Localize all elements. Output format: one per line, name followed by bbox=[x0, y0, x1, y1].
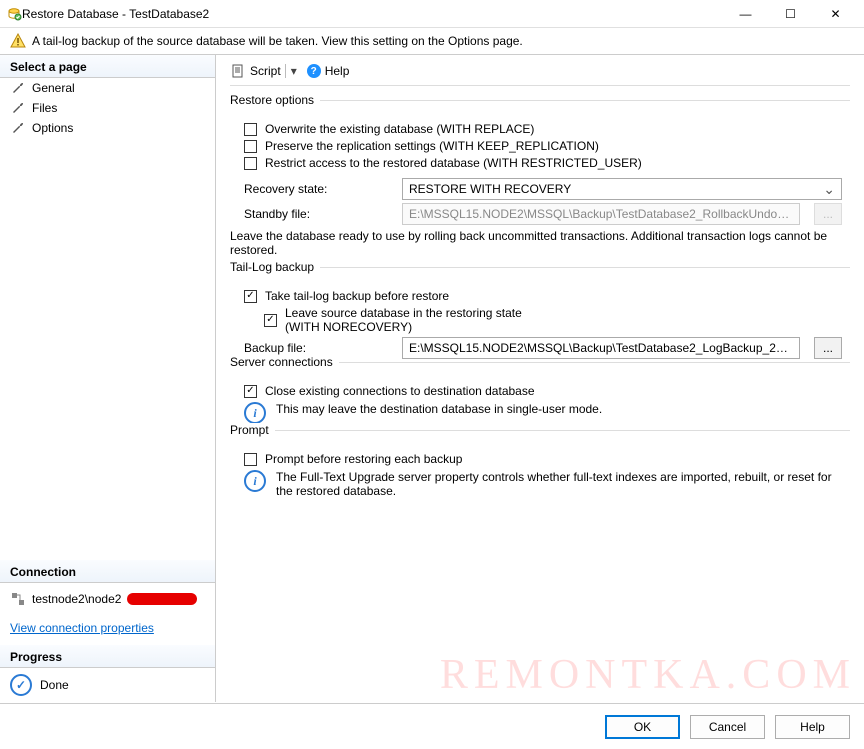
restore-options-group: Restore options Overwrite the existing d… bbox=[230, 100, 850, 257]
leave-restoring-label: Leave source database in the restoring s… bbox=[285, 306, 522, 334]
info-icon: i bbox=[244, 402, 266, 424]
take-taillog-checkbox[interactable] bbox=[244, 290, 257, 303]
preserve-checkbox[interactable] bbox=[244, 140, 257, 153]
sidebar: Select a page General Files Options Conn… bbox=[0, 55, 216, 702]
recovery-state-select[interactable]: RESTORE WITH RECOVERY bbox=[402, 178, 842, 200]
close-connections-checkbox[interactable] bbox=[244, 385, 257, 398]
sidebar-item-general[interactable]: General bbox=[0, 78, 215, 98]
server-icon bbox=[10, 591, 26, 607]
backup-file-input[interactable]: E:\MSSQL15.NODE2\MSSQL\Backup\TestDataba… bbox=[402, 337, 800, 359]
help-footer-button[interactable]: Help bbox=[775, 715, 850, 739]
restore-options-title: Restore options bbox=[230, 93, 320, 107]
sidebar-item-label: General bbox=[32, 81, 75, 95]
backup-browse-button[interactable]: ... bbox=[814, 337, 842, 359]
help-icon: ? bbox=[307, 64, 321, 78]
preserve-label: Preserve the replication settings (WITH … bbox=[265, 139, 599, 153]
sidebar-item-label: Files bbox=[32, 101, 57, 115]
script-button[interactable]: Script ▾ bbox=[230, 63, 297, 79]
help-label: Help bbox=[325, 64, 350, 78]
done-icon: ✓ bbox=[10, 674, 32, 696]
prompt-label: Prompt before restoring each backup bbox=[265, 452, 462, 466]
prompt-group: Prompt Prompt before restoring each back… bbox=[230, 430, 850, 498]
script-label: Script bbox=[250, 64, 281, 78]
info-bar: A tail-log backup of the source database… bbox=[0, 28, 864, 55]
server-connections-info: This may leave the destination database … bbox=[276, 402, 602, 416]
wrench-icon bbox=[10, 120, 26, 136]
window-title: Restore Database - TestDatabase2 bbox=[22, 7, 723, 21]
overwrite-checkbox[interactable] bbox=[244, 123, 257, 136]
select-page-header: Select a page bbox=[0, 55, 215, 78]
tail-log-group: Tail-Log backup Take tail-log backup bef… bbox=[230, 267, 850, 359]
recovery-state-label: Recovery state: bbox=[244, 182, 394, 196]
wrench-icon bbox=[10, 80, 26, 96]
close-connections-label: Close existing connections to destinatio… bbox=[265, 384, 535, 398]
restrict-label: Restrict access to the restored database… bbox=[265, 156, 642, 170]
maximize-button[interactable]: ☐ bbox=[768, 0, 813, 28]
help-button[interactable]: ? Help bbox=[307, 64, 350, 78]
sidebar-item-options[interactable]: Options bbox=[0, 118, 215, 138]
footer: OK Cancel Help bbox=[0, 703, 864, 749]
ok-button[interactable]: OK bbox=[605, 715, 680, 739]
prompt-title: Prompt bbox=[230, 423, 275, 437]
tail-log-title: Tail-Log backup bbox=[230, 260, 320, 274]
titlebar: Restore Database - TestDatabase2 — ☐ ✕ bbox=[0, 0, 864, 28]
sidebar-item-label: Options bbox=[32, 121, 73, 135]
server-connections-title: Server connections bbox=[230, 355, 339, 369]
toolbar: Script ▾ ? Help bbox=[230, 63, 850, 86]
progress-header: Progress bbox=[0, 645, 215, 668]
standby-file-input: E:\MSSQL15.NODE2\MSSQL\Backup\TestDataba… bbox=[402, 203, 800, 225]
recovery-description: Leave the database ready to use by rolli… bbox=[230, 229, 850, 257]
prompt-checkbox[interactable] bbox=[244, 453, 257, 466]
script-icon bbox=[230, 63, 246, 79]
warning-icon bbox=[10, 33, 26, 49]
info-icon: i bbox=[244, 470, 266, 492]
minimize-button[interactable]: — bbox=[723, 0, 768, 28]
connection-header: Connection bbox=[0, 560, 215, 583]
server-connections-group: Server connections Close existing connec… bbox=[230, 362, 850, 424]
leave-restoring-checkbox[interactable] bbox=[264, 314, 277, 327]
wrench-icon bbox=[10, 100, 26, 116]
standby-browse-button: ... bbox=[814, 203, 842, 225]
progress-status: Done bbox=[40, 678, 69, 692]
app-icon bbox=[6, 6, 22, 22]
standby-file-label: Standby file: bbox=[244, 207, 394, 221]
script-dropdown[interactable]: ▾ bbox=[285, 64, 297, 78]
connection-value: testnode2\node2 bbox=[32, 592, 121, 606]
view-connection-properties-link[interactable]: View connection properties bbox=[10, 621, 205, 635]
cancel-button[interactable]: Cancel bbox=[690, 715, 765, 739]
sidebar-item-files[interactable]: Files bbox=[0, 98, 215, 118]
backup-file-label: Backup file: bbox=[244, 341, 394, 355]
prompt-info: The Full-Text Upgrade server property co… bbox=[276, 470, 850, 498]
redacted-mark bbox=[127, 593, 197, 605]
close-button[interactable]: ✕ bbox=[813, 0, 858, 28]
info-text: A tail-log backup of the source database… bbox=[32, 34, 523, 48]
main-panel: Script ▾ ? Help Restore options Overwrit… bbox=[216, 55, 864, 702]
take-taillog-label: Take tail-log backup before restore bbox=[265, 289, 449, 303]
restrict-checkbox[interactable] bbox=[244, 157, 257, 170]
overwrite-label: Overwrite the existing database (WITH RE… bbox=[265, 122, 534, 136]
